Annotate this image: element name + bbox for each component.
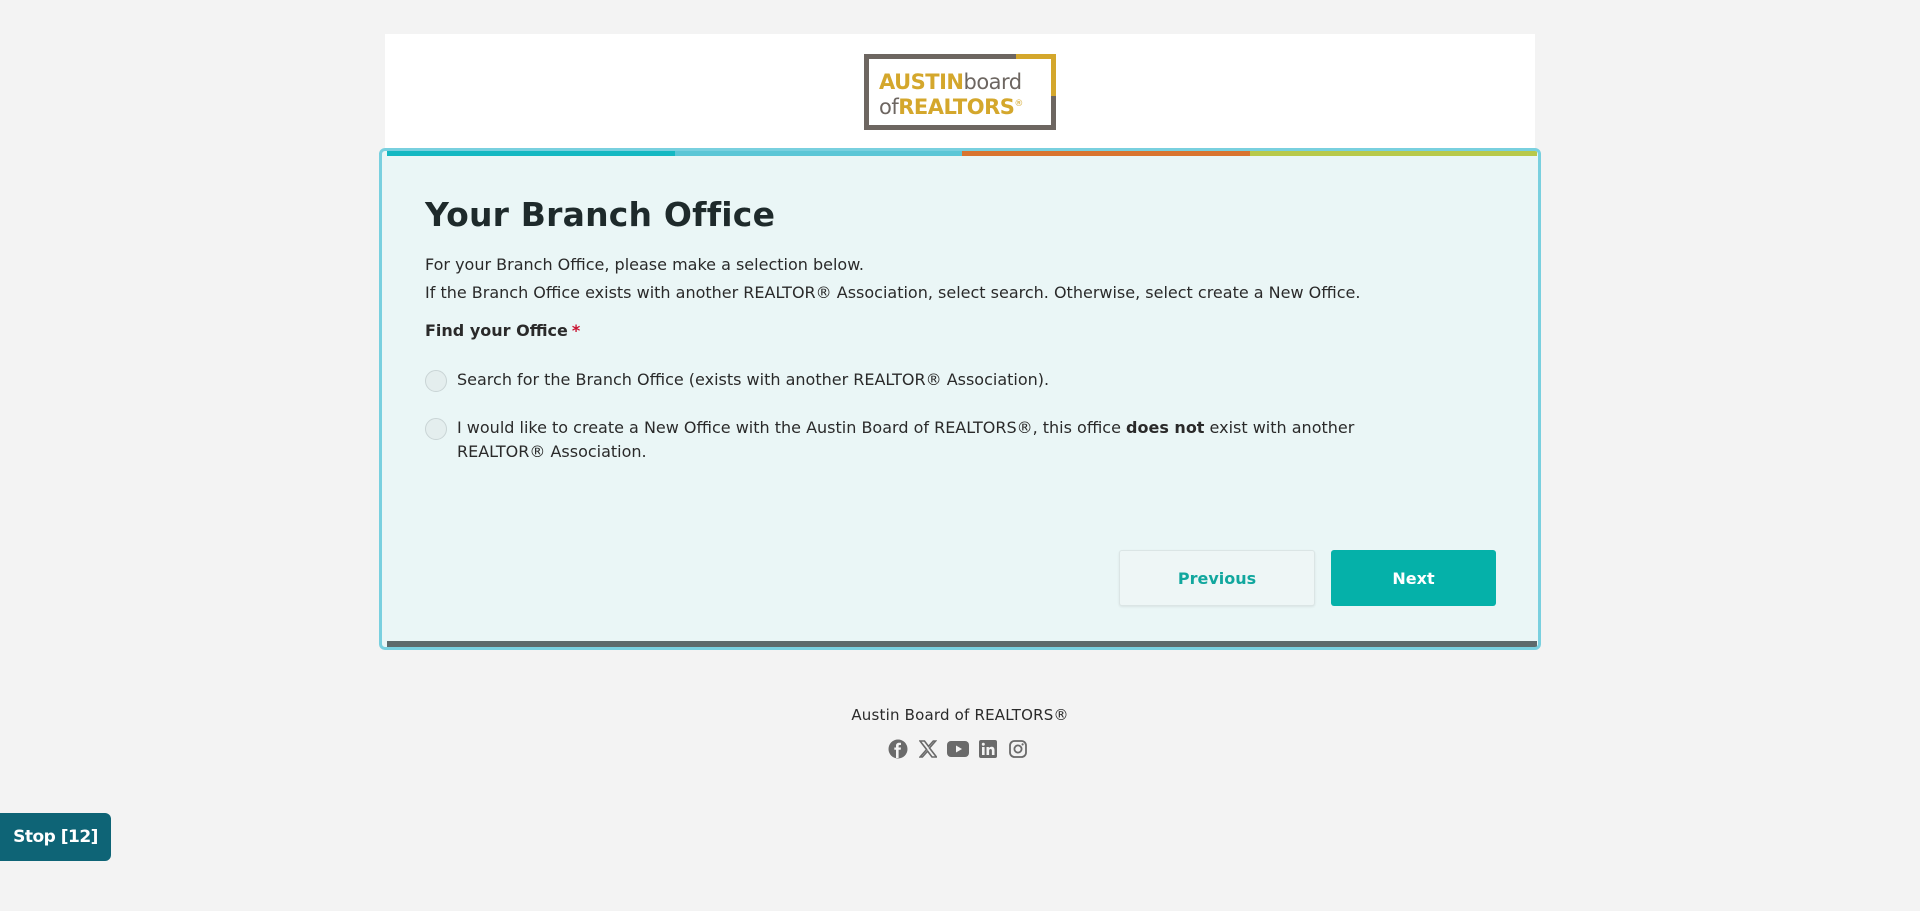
- option-search-branch-office[interactable]: Search for the Branch Office (exists wit…: [425, 370, 1427, 392]
- youtube-icon[interactable]: [946, 737, 970, 761]
- linkedin-icon[interactable]: [976, 737, 1000, 761]
- card-bottom-bar: [387, 641, 1537, 647]
- progress-segment-4: [1249, 151, 1537, 156]
- logo-corner-accent: [1016, 54, 1056, 96]
- facebook-icon[interactable]: [886, 737, 910, 761]
- page-title: Your Branch Office: [425, 195, 776, 234]
- intro-text-2: If the Branch Office exists with another…: [425, 283, 1361, 302]
- progress-segment-1: [387, 151, 675, 156]
- austin-board-of-realtors-logo[interactable]: AUSTINboard ofREALTORS®: [864, 54, 1056, 130]
- social-links: [886, 737, 1030, 761]
- find-office-label-text: Find your Office: [425, 321, 568, 340]
- x-icon[interactable]: [916, 737, 940, 761]
- option-create-new-office-label: I would like to create a New Office with…: [457, 418, 1355, 461]
- stop-button[interactable]: Stop [12]: [0, 813, 111, 861]
- previous-button[interactable]: Previous: [1119, 550, 1315, 606]
- does-not-emphasis: does not: [1126, 418, 1205, 437]
- option-search-branch-office-label: Search for the Branch Office (exists wit…: [457, 370, 1050, 389]
- intro-text-1: For your Branch Office, please make a se…: [425, 255, 864, 274]
- form-card: Your Branch Office For your Branch Offic…: [379, 148, 1541, 650]
- header: AUSTINboard ofREALTORS®: [385, 34, 1535, 149]
- footer-org-name: Austin Board of REALTORS®: [851, 706, 1069, 724]
- logo-line-1: AUSTINboard: [879, 70, 1022, 94]
- progress-bar: [387, 151, 1537, 156]
- page: AUSTINboard ofREALTORS® Your Branch Offi…: [0, 0, 1920, 911]
- next-button[interactable]: Next: [1331, 550, 1496, 606]
- required-marker: *: [571, 321, 581, 340]
- radio-search-branch-office[interactable]: [425, 370, 447, 392]
- find-office-label: Find your Office *: [425, 321, 580, 340]
- logo-line-2: ofREALTORS®: [879, 95, 1023, 119]
- option-create-new-office[interactable]: I would like to create a New Office with…: [425, 418, 1427, 464]
- progress-segment-3: [962, 151, 1250, 156]
- radio-create-new-office[interactable]: [425, 418, 447, 440]
- instagram-icon[interactable]: [1006, 737, 1030, 761]
- progress-segment-2: [674, 151, 962, 156]
